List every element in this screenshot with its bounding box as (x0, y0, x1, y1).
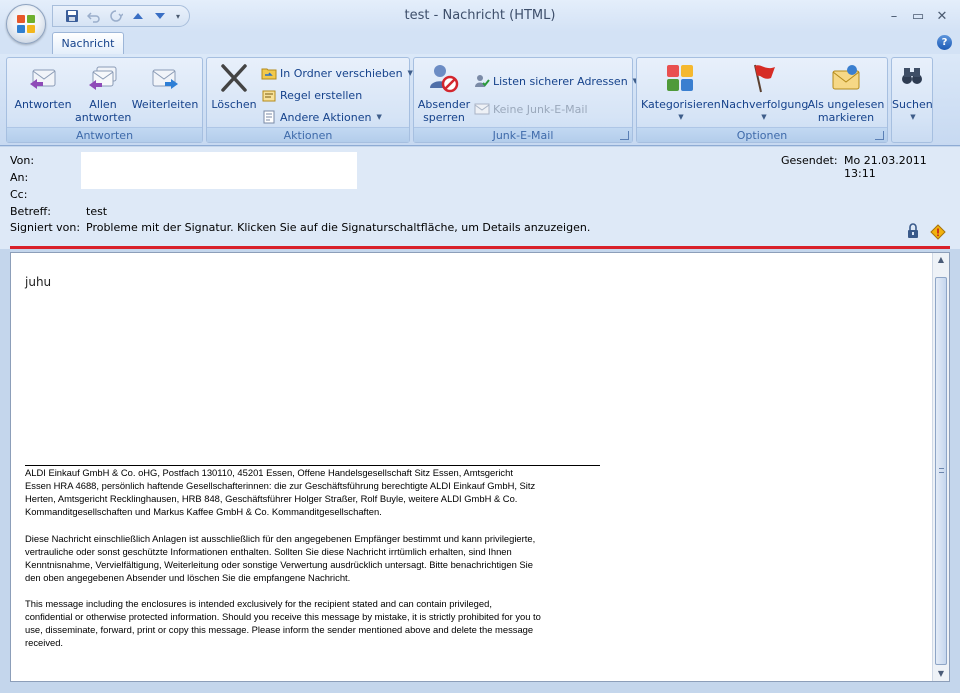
group-label-options: Optionen (637, 127, 887, 142)
tab-nachricht[interactable]: Nachricht (52, 32, 124, 55)
other-actions-button[interactable]: Andere Aktionen ▼ (261, 108, 382, 126)
vertical-scrollbar[interactable]: ▲ ▼ (932, 253, 949, 681)
office-logo-icon (17, 15, 35, 33)
from-label: Von: (10, 154, 35, 167)
create-rule-button[interactable]: Regel erstellen (261, 86, 362, 104)
reply-button[interactable]: Antworten (11, 62, 75, 111)
signed-by-label: Signiert von: (10, 221, 81, 234)
message-body[interactable]: juhu ALDI Einkauf GmbH & Co. oHG, Postfa… (10, 252, 950, 682)
cc-label: Cc: (10, 188, 28, 201)
window-title: test - Nachricht (HTML) (404, 8, 556, 23)
block-sender-icon (428, 62, 460, 94)
sent-label: Gesendet: (781, 154, 838, 167)
minimize-button[interactable]: – (884, 6, 904, 26)
disclaimer-paragraph-3: This message including the enclosures is… (25, 598, 541, 648)
dropdown-arrow-icon: ▼ (761, 113, 767, 121)
mark-unread-icon (830, 62, 862, 94)
other-actions-icon (261, 109, 277, 125)
reply-all-icon (87, 62, 119, 94)
close-button[interactable]: ✕ (932, 6, 952, 26)
sent-date: Mo 21.03.2011 13:11 (844, 154, 927, 180)
to-label: An: (10, 171, 29, 184)
ribbon-tab-row: Nachricht ? (0, 32, 960, 55)
block-sender-button[interactable]: Absender sperren (416, 62, 472, 124)
mark-unread-button[interactable]: Als ungelesen markieren (807, 62, 885, 124)
office-button[interactable] (6, 4, 46, 44)
binoculars-icon (900, 64, 924, 88)
categorize-icon (664, 62, 696, 94)
group-label-respond: Antworten (7, 127, 202, 142)
find-button[interactable]: Suchen ▼ (892, 62, 933, 124)
move-to-folder-button[interactable]: In Ordner verschieben ▼ (261, 64, 413, 82)
delete-x-icon (218, 62, 250, 94)
safe-lists-icon (474, 73, 490, 89)
move-folder-icon (261, 65, 277, 81)
disclaimer-paragraph-2: Diese Nachricht einschließlich Anlagen i… (25, 533, 536, 583)
scrollbar-grip-icon (939, 468, 944, 473)
delete-button[interactable]: Löschen (209, 62, 259, 111)
follow-up-flag-icon (747, 62, 779, 94)
message-header: Von: An: Cc: Betreff: test Signiert von:… (0, 147, 960, 249)
signature-warning-text: Probleme mit der Signatur. Klicken Sie a… (86, 221, 591, 234)
ribbon: Antworten Allen antworten Weiterleiten A… (0, 54, 960, 146)
reply-icon (27, 62, 59, 94)
group-actions: Löschen In Ordner verschieben ▼ Regel ers… (206, 57, 413, 143)
scrollbar-thumb[interactable] (935, 277, 947, 665)
not-junk-button[interactable]: Keine Junk-E-Mail (474, 100, 588, 118)
not-junk-icon (474, 101, 490, 117)
follow-up-button[interactable]: Nachverfolgung ▼ (721, 62, 808, 124)
group-respond: Antworten Allen antworten Weiterleiten A… (6, 57, 203, 143)
title-bar: ▾ test - Nachricht (HTML) – ▭ ✕ (0, 0, 960, 32)
encryption-lock-icon[interactable] (906, 223, 920, 239)
scroll-down-arrow-icon[interactable]: ▼ (936, 669, 946, 679)
rule-icon (261, 87, 277, 103)
subject-value: test (86, 205, 108, 218)
safe-lists-button[interactable]: Listen sicherer Adressen▼ (474, 72, 638, 90)
group-find: Suchen ▼ (891, 57, 933, 143)
forward-button[interactable]: Weiterleiten (131, 62, 199, 111)
signature-problem-bar (10, 246, 950, 249)
signature-warning-icon[interactable] (930, 224, 946, 240)
dropdown-arrow-icon: ▼ (678, 113, 684, 121)
sender-recipient-redacted-box (81, 152, 357, 189)
scroll-up-arrow-icon[interactable]: ▲ (936, 255, 946, 265)
group-options: Kategorisieren ▼ Nachverfolgung ▼ Als un… (636, 57, 888, 143)
disclaimer-paragraph-1: ALDI Einkauf GmbH & Co. oHG, Postfach 13… (25, 467, 536, 517)
dropdown-arrow-icon: ▼ (910, 113, 916, 121)
dropdown-arrow-icon: ▼ (376, 113, 382, 121)
group-junk: Absender sperren Listen sicherer Adresse… (413, 57, 638, 143)
maximize-button[interactable]: ▭ (908, 6, 928, 26)
dialog-launcher-icon[interactable] (875, 131, 884, 140)
group-label-junk: Junk-E-Mail (414, 127, 632, 142)
help-icon[interactable]: ? (937, 35, 952, 50)
reply-all-button[interactable]: Allen antworten (75, 62, 131, 124)
dialog-launcher-icon[interactable] (620, 131, 629, 140)
categorize-button[interactable]: Kategorisieren ▼ (641, 62, 721, 124)
message-text: juhu (25, 275, 52, 289)
forward-icon (149, 62, 181, 94)
subject-label: Betreff: (10, 205, 51, 218)
group-label-actions: Aktionen (207, 127, 409, 142)
